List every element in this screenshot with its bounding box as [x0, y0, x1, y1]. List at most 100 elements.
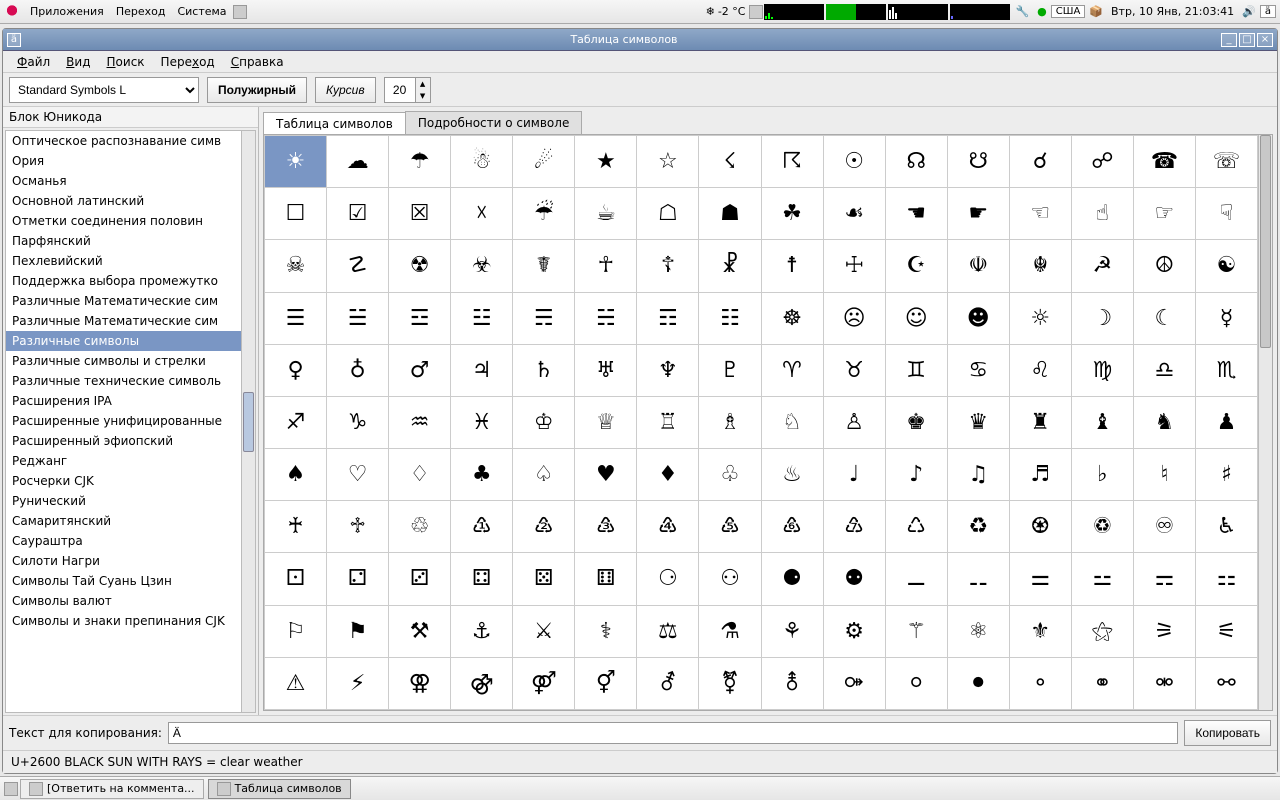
char-cell[interactable]: ♈	[761, 344, 823, 396]
char-cell[interactable]: ⚩	[823, 657, 885, 709]
char-cell[interactable]: ⚃	[451, 553, 513, 605]
char-cell[interactable]: ♬	[1009, 449, 1071, 501]
char-cell[interactable]: ⚬	[1009, 657, 1071, 709]
char-cell[interactable]: ♿	[1195, 501, 1257, 553]
char-cell[interactable]: ⚛	[947, 605, 1009, 657]
char-cell[interactable]: ☘	[761, 188, 823, 240]
system-monitor-mem[interactable]	[826, 4, 886, 20]
char-cell[interactable]: ☎	[1133, 136, 1195, 188]
char-cell[interactable]: ☟	[1195, 188, 1257, 240]
char-cell[interactable]: ♧	[699, 449, 761, 501]
size-down[interactable]: ▼	[416, 90, 430, 102]
char-cell[interactable]: ⚫	[947, 657, 1009, 709]
char-cell[interactable]: ⚑	[327, 605, 389, 657]
char-cell[interactable]: ♐	[265, 396, 327, 448]
char-cell[interactable]: ♱	[327, 501, 389, 553]
char-cell[interactable]: ☁	[327, 136, 389, 188]
char-cell[interactable]: ☇	[699, 136, 761, 188]
char-cell[interactable]: ⚊	[885, 553, 947, 605]
copy-input[interactable]	[168, 722, 1178, 744]
char-cell[interactable]: ♇	[699, 344, 761, 396]
sidebar-item[interactable]: Поддержка выбора промежутко	[6, 271, 241, 291]
sidebar-item[interactable]: Рунический	[6, 491, 241, 511]
char-cell[interactable]: ☾	[1133, 292, 1195, 344]
screenshot-tray-icon[interactable]	[233, 5, 247, 19]
sidebar-item[interactable]: Пехлевийский	[6, 251, 241, 271]
char-cell[interactable]: ♗	[699, 396, 761, 448]
menu-search[interactable]: Поиск	[99, 55, 153, 69]
minimize-button[interactable]: _	[1221, 33, 1237, 47]
size-up[interactable]: ▲	[416, 78, 430, 90]
char-cell[interactable]: ⚤	[513, 657, 575, 709]
char-cell[interactable]: ☐	[265, 188, 327, 240]
font-select[interactable]: Standard Symbols L	[9, 77, 199, 103]
char-cell[interactable]: ☛	[947, 188, 1009, 240]
char-cell[interactable]: ⚒	[389, 605, 451, 657]
char-cell[interactable]: ⚝	[1071, 605, 1133, 657]
copy-button[interactable]: Копировать	[1184, 720, 1271, 746]
char-cell[interactable]: ☺	[885, 292, 947, 344]
char-cell[interactable]: ☲	[389, 292, 451, 344]
char-cell[interactable]: ⚄	[513, 553, 575, 605]
volume-icon[interactable]: 🔊	[1238, 5, 1260, 18]
char-cell[interactable]: ♵	[575, 501, 637, 553]
char-cell[interactable]: ⚆	[637, 553, 699, 605]
char-cell[interactable]: ☭	[1071, 240, 1133, 292]
sidebar-scrollbar[interactable]	[241, 131, 255, 712]
bold-button[interactable]: Полужирный	[207, 77, 307, 103]
char-cell[interactable]: ♴	[513, 501, 575, 553]
sidebar-item[interactable]: Расширенный эфиопский	[6, 431, 241, 451]
char-cell[interactable]: ⚍	[1071, 553, 1133, 605]
char-cell[interactable]: ☦	[637, 240, 699, 292]
char-cell[interactable]: ☋	[947, 136, 1009, 188]
char-cell[interactable]: ⚪	[885, 657, 947, 709]
menu-file[interactable]: Файл	[9, 55, 58, 69]
char-cell[interactable]: ☨	[761, 240, 823, 292]
char-cell[interactable]: ☔	[513, 188, 575, 240]
char-cell[interactable]: ♦	[637, 449, 699, 501]
char-cell[interactable]: ☒	[389, 188, 451, 240]
sidebar-item[interactable]: Силоти Нагри	[6, 551, 241, 571]
char-cell[interactable]: ☞	[1133, 188, 1195, 240]
char-cell[interactable]: ⚌	[1009, 553, 1071, 605]
char-cell[interactable]: ☸	[761, 292, 823, 344]
char-cell[interactable]: ♣	[451, 449, 513, 501]
char-cell[interactable]: ♻	[947, 501, 1009, 553]
menu-view[interactable]: Вид	[58, 55, 98, 69]
char-cell[interactable]: ☥	[575, 240, 637, 292]
char-cell[interactable]: ⚓	[451, 605, 513, 657]
char-cell[interactable]: ♝	[1071, 396, 1133, 448]
char-cell[interactable]: ☷	[699, 292, 761, 344]
titlebar[interactable]: ä Таблица символов _ □ ×	[3, 29, 1277, 51]
menu-help[interactable]: Справка	[223, 55, 292, 69]
tray-icon-2[interactable]: 🔧	[1011, 5, 1033, 18]
size-input[interactable]	[385, 83, 415, 97]
sidebar-item[interactable]: Различные символы	[6, 331, 241, 351]
char-cell[interactable]: ⚯	[1195, 657, 1257, 709]
char-cell[interactable]: ♽	[1071, 501, 1133, 553]
char-cell[interactable]: ☢	[389, 240, 451, 292]
char-cell[interactable]: ☮	[1133, 240, 1195, 292]
char-cell[interactable]: ⚙	[823, 605, 885, 657]
char-cell[interactable]: ☄	[513, 136, 575, 188]
char-cell[interactable]: ♯	[1195, 449, 1257, 501]
char-cell[interactable]: ♮	[1133, 449, 1195, 501]
char-cell[interactable]: ☝	[1071, 188, 1133, 240]
char-cell[interactable]: ☡	[327, 240, 389, 292]
char-cell[interactable]: ☃	[451, 136, 513, 188]
char-cell[interactable]: ☂	[389, 136, 451, 188]
char-cell[interactable]: ♔	[513, 396, 575, 448]
char-cell[interactable]: ♹	[823, 501, 885, 553]
char-cell[interactable]: ♤	[513, 449, 575, 501]
char-cell[interactable]: ☴	[513, 292, 575, 344]
char-cell[interactable]: ☤	[513, 240, 575, 292]
char-cell[interactable]: ♀	[265, 344, 327, 396]
char-cell[interactable]: ⚂	[389, 553, 451, 605]
show-desktop-icon[interactable]	[4, 782, 18, 796]
char-cell[interactable]: ♆	[637, 344, 699, 396]
char-cell[interactable]: ☗	[699, 188, 761, 240]
char-cell[interactable]: ♾	[1133, 501, 1195, 553]
char-cell[interactable]: ☠	[265, 240, 327, 292]
char-cell[interactable]: ⚋	[947, 553, 1009, 605]
char-cell[interactable]: ⚎	[1133, 553, 1195, 605]
